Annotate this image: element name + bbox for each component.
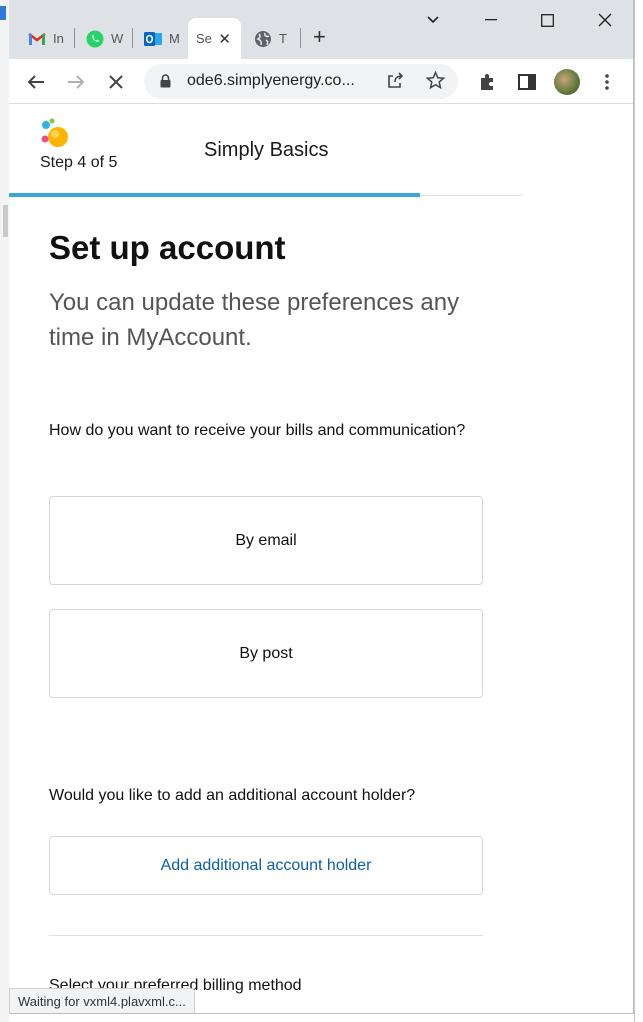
add-account-holder-button[interactable]: Add additional account holder xyxy=(49,836,483,895)
stop-loading-button[interactable] xyxy=(102,68,130,96)
whatsapp-icon xyxy=(85,29,105,49)
status-bar: Waiting for vxml4.plavxml.c... xyxy=(9,988,195,1013)
page-title: Set up account xyxy=(49,229,286,266)
address-bar[interactable]: ode6.simplyenergy.co... xyxy=(144,64,458,99)
share-icon[interactable] xyxy=(386,72,404,95)
url-text: ode6.simplyenergy.co... xyxy=(187,72,355,89)
desktop-background-right xyxy=(634,0,643,1022)
menu-kebab-icon[interactable] xyxy=(593,68,621,96)
desktop-icon xyxy=(0,6,6,20)
side-panel-icon[interactable] xyxy=(513,68,541,96)
bill-delivery-question: How do you want to receive your bills an… xyxy=(49,422,466,439)
tab-active[interactable]: Se ✕ xyxy=(188,18,241,59)
globe-icon xyxy=(253,29,273,49)
step-indicator: Step 4 of 5 xyxy=(40,154,118,171)
browser-toolbar: ode6.simplyenergy.co... xyxy=(9,59,633,104)
forward-button[interactable] xyxy=(62,68,90,96)
profile-avatar[interactable] xyxy=(554,69,580,95)
tab-gmail[interactable]: In xyxy=(17,18,73,59)
tab-globe[interactable]: T xyxy=(243,18,299,59)
progress-bar xyxy=(9,193,420,197)
plan-name: Simply Basics xyxy=(204,139,329,161)
tab-whatsapp[interactable]: W xyxy=(75,18,131,59)
minimize-button[interactable] xyxy=(471,8,511,32)
back-button[interactable] xyxy=(22,68,50,96)
section-divider xyxy=(49,935,483,936)
simply-energy-logo xyxy=(39,117,73,151)
close-tab-icon[interactable]: ✕ xyxy=(218,30,231,48)
extensions-icon[interactable] xyxy=(473,68,501,96)
tab-search-icon[interactable] xyxy=(413,8,453,32)
outlook-icon xyxy=(143,29,163,49)
browser-window: In W M Se ✕ T + ode6.simplyenergy.co... … xyxy=(9,0,634,1014)
tab-strip: In W M Se ✕ T + xyxy=(9,0,633,59)
desktop-scroll-indicator xyxy=(3,205,8,237)
close-window-button[interactable] xyxy=(585,8,625,32)
maximize-button[interactable] xyxy=(527,8,567,32)
page-subtitle: You can update these preferences any tim… xyxy=(49,289,460,351)
tab-separator xyxy=(300,28,301,48)
lock-icon xyxy=(160,74,171,93)
bookmark-star-icon[interactable] xyxy=(425,70,446,95)
tab-outlook[interactable]: M xyxy=(133,18,189,59)
by-post-option[interactable]: By post xyxy=(49,609,483,698)
new-tab-button[interactable]: + xyxy=(313,26,326,48)
page-content: Step 4 of 5 Simply Basics Set up account… xyxy=(9,105,633,1013)
by-email-option[interactable]: By email xyxy=(49,496,483,585)
additional-holder-question: Would you like to add an additional acco… xyxy=(49,787,416,804)
desktop-background xyxy=(0,0,9,1022)
gmail-icon xyxy=(27,29,47,49)
